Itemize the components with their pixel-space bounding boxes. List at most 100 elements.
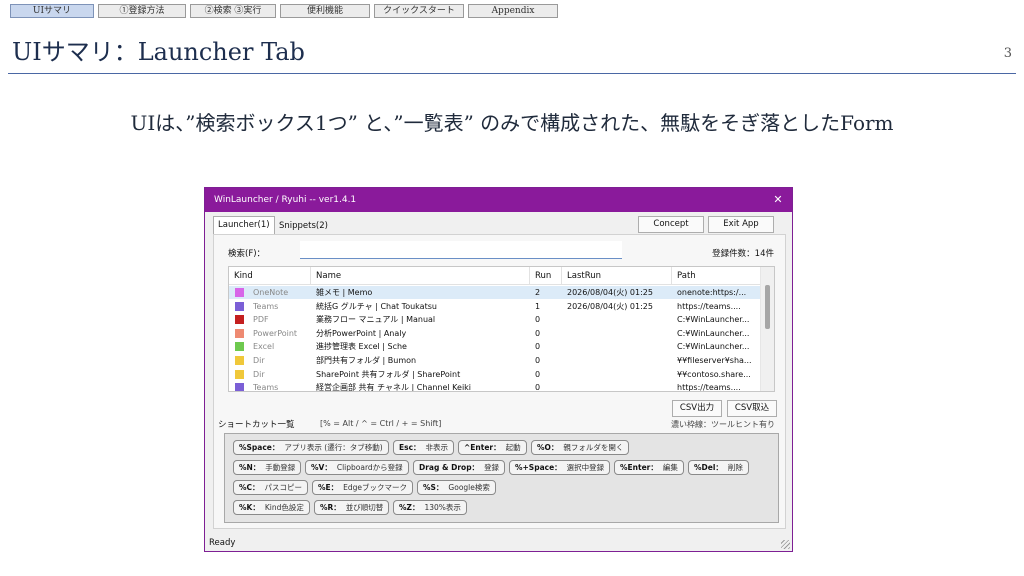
shortcut-chip[interactable]: %O： 親フォルダを開く xyxy=(531,440,630,455)
shortcut-key: %C： xyxy=(239,483,260,492)
cell-path: https://teams.... xyxy=(677,301,741,311)
shortcut-list-title: ショートカット一覧 xyxy=(218,420,295,430)
table-row[interactable]: Excel 進捗管理表 Excel | Sche 0 C:¥WinLauncher..… xyxy=(229,340,762,353)
tab-launcher[interactable]: Launcher(1) xyxy=(213,216,275,234)
nav-tab-registration[interactable]: ①登録方法 xyxy=(98,4,186,18)
shortcut-chip[interactable]: %Z： 130%表示 xyxy=(393,500,467,515)
table-row[interactable]: OneNote 雑メモ | Memo 2 2026/08/04(火) 01:25 one… xyxy=(229,286,762,299)
column-lastrun[interactable]: LastRun xyxy=(562,267,672,285)
title-divider xyxy=(8,73,1016,74)
shortcut-chip[interactable]: %Space： アプリ表示 (遷行：タブ移動) xyxy=(233,440,389,455)
cell-kind: PowerPoint xyxy=(253,328,298,338)
shortcut-chip[interactable]: %R： 並び順切替 xyxy=(314,500,390,515)
kind-color-swatch xyxy=(235,315,244,325)
cell-run: 0 xyxy=(535,383,541,392)
cell-path: C:¥WinLauncher... xyxy=(677,315,750,325)
shortcut-chip[interactable]: ^Enter： 起動 xyxy=(458,440,527,455)
csv-import-button[interactable]: CSV取込 xyxy=(727,400,777,417)
resize-grip-icon[interactable] xyxy=(781,540,790,549)
kind-color-swatch xyxy=(235,356,244,365)
cell-name: 業務フロー マニュアル | Manual xyxy=(316,315,436,325)
shortcut-chip[interactable]: %S： Google検索 xyxy=(417,480,496,495)
cell-kind: Dir xyxy=(253,369,265,379)
cell-lastrun xyxy=(562,327,672,340)
shortcut-key: %Del： xyxy=(694,463,723,472)
shortcut-key: %O： xyxy=(537,443,559,452)
shortcut-chip[interactable]: %K： Kind色設定 xyxy=(233,500,310,515)
nav-tab-quickstart[interactable]: クイックスタート xyxy=(374,4,464,18)
table-row[interactable]: Dir 部門共有フォルダ | Bumon 0 ¥¥fileserver¥sha... xyxy=(229,354,762,367)
shortcut-description: 130%表示 xyxy=(424,503,461,512)
exit-app-button[interactable]: Exit App xyxy=(708,216,774,233)
shortcut-key: %E： xyxy=(318,483,339,492)
kind-color-swatch xyxy=(235,383,244,391)
shortcut-key: Drag & Drop： xyxy=(419,463,480,472)
shortcut-description: 編集 xyxy=(662,463,678,472)
close-icon[interactable]: ✕ xyxy=(770,188,786,212)
shortcut-key: Esc： xyxy=(399,443,421,452)
status-bar: Ready xyxy=(205,535,792,551)
csv-export-button[interactable]: CSV出力 xyxy=(672,400,722,417)
search-input[interactable] xyxy=(300,241,622,259)
cell-run: 0 xyxy=(535,356,541,365)
table-row[interactable]: Teams 経営企画部 共有 チャネル | Channel Keiki 0 https… xyxy=(229,381,762,392)
shortcut-panel: %Space： アプリ表示 (遷行：タブ移動) Esc： 非表示 ^Enter： 起動 %O… xyxy=(224,433,779,523)
grid-scrollbar[interactable] xyxy=(760,267,774,391)
shortcut-chip[interactable]: %V： Clipboardから登録 xyxy=(305,460,409,475)
column-kind[interactable]: Kind xyxy=(229,267,311,285)
shortcut-key: %+Space： xyxy=(515,463,562,472)
shortcut-chip[interactable]: %+Space： 選択中登録 xyxy=(509,460,611,475)
shortcut-description: アプリ表示 (遷行：タブ移動) xyxy=(284,443,383,452)
shortcut-description: Edgeブックマーク xyxy=(343,483,408,492)
shortcut-chip[interactable]: %E： Edgeブックマーク xyxy=(312,480,414,495)
shortcut-description: 非表示 xyxy=(425,443,449,452)
shortcut-key: ^Enter： xyxy=(464,443,501,452)
window-titlebar[interactable]: WinLauncher / Ryuhi -- ver1.4.1 ✕ xyxy=(205,188,792,212)
table-row[interactable]: Dir SharePoint 共有フォルダ | SharePoint 0 ¥¥cont… xyxy=(229,368,762,381)
shortcut-chip[interactable]: %N： 手動登録 xyxy=(233,460,302,475)
column-path[interactable]: Path xyxy=(672,267,762,285)
shortcut-chip[interactable]: %C： パスコピー xyxy=(233,480,309,495)
shortcut-key: %K： xyxy=(239,503,260,512)
shortcut-chip[interactable]: %Del： 削除 xyxy=(688,460,749,475)
nav-tab-ui-summary[interactable]: UIサマリ xyxy=(10,4,94,18)
cell-path: ¥¥contoso.share... xyxy=(677,369,751,379)
launcher-panel: 検索(F)： 登録件数：14件 Kind Name Run LastRun Pa… xyxy=(213,234,786,529)
cell-path: C:¥WinLauncher... xyxy=(677,342,750,352)
launcher-grid[interactable]: Kind Name Run LastRun Path OneNote 雑メモ | … xyxy=(228,266,775,392)
status-text: Ready xyxy=(209,538,236,548)
cell-name: 雑メモ | Memo xyxy=(316,288,373,297)
cell-lastrun xyxy=(562,313,672,326)
scrollbar-thumb[interactable] xyxy=(765,285,770,329)
concept-button[interactable]: Concept xyxy=(638,216,704,233)
nav-tab-features[interactable]: 便利機能 xyxy=(280,4,370,18)
column-name[interactable]: Name xyxy=(311,267,530,285)
cell-kind: Teams xyxy=(253,383,279,392)
app-window: WinLauncher / Ryuhi -- ver1.4.1 ✕ Launch… xyxy=(204,187,793,552)
cell-kind: Dir xyxy=(253,356,265,365)
table-row[interactable]: PDF 業務フロー マニュアル | Manual 0 C:¥WinLauncher..… xyxy=(229,313,762,326)
tab-snippets[interactable]: Snippets(2) xyxy=(275,218,332,234)
section-nav: UIサマリ ①登録方法 ②検索 ③実行 便利機能 クイックスタート Append… xyxy=(10,4,558,18)
shortcut-chip[interactable]: Drag & Drop： 登録 xyxy=(413,460,506,475)
cell-lastrun: 2026/08/04(火) 01:25 xyxy=(567,288,653,297)
cell-run: 0 xyxy=(535,315,541,325)
kind-color-swatch xyxy=(235,369,244,379)
kind-color-swatch xyxy=(235,288,244,297)
shortcut-chip[interactable]: %Enter： 編集 xyxy=(614,460,684,475)
shortcut-chip[interactable]: Esc： 非表示 xyxy=(393,440,455,455)
shortcut-description: Google検索 xyxy=(448,483,490,492)
nav-tab-search-run[interactable]: ②検索 ③実行 xyxy=(190,4,276,18)
slide-subtitle: UIは、”検索ボックス1つ” と、”一覧表” のみで構成された、無駄をそぎ落とし… xyxy=(130,111,894,135)
cell-run: 2 xyxy=(535,288,541,297)
shortcut-description: 起動 xyxy=(505,443,521,452)
cell-run: 0 xyxy=(535,328,541,338)
cell-run: 1 xyxy=(535,301,541,311)
table-row[interactable]: PowerPoint 分析PowerPoint | Analy 0 C:¥WinLau… xyxy=(229,327,762,340)
registered-count: 登録件数：14件 xyxy=(712,249,774,259)
table-row[interactable]: Teams 統括G グルチャ | Chat Toukatsu 1 2026/08/04… xyxy=(229,300,762,313)
grid-header: Kind Name Run LastRun Path xyxy=(229,267,762,285)
nav-tab-appendix[interactable]: Appendix xyxy=(468,4,558,18)
column-run[interactable]: Run xyxy=(530,267,562,285)
shortcut-key: %N： xyxy=(239,463,261,472)
